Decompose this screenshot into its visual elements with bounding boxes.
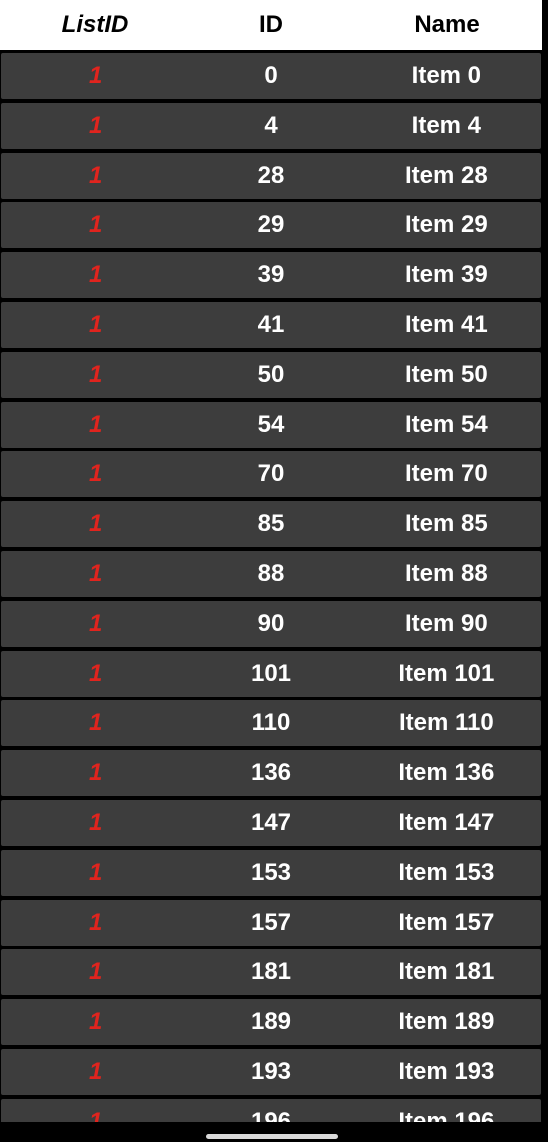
row-name: Item 54 [404, 410, 488, 438]
table-row[interactable]: 1 193 Item 193 [1, 1049, 541, 1095]
row-name: Item 193 [398, 1058, 495, 1085]
row-id: 193 [250, 1058, 292, 1085]
row-listid: 1 [88, 958, 103, 986]
table-row[interactable]: 1 88 Item 88 [1, 551, 541, 597]
table-row[interactable]: 1 101 Item 101 [1, 650, 541, 697]
row-name: Item 189 [398, 1008, 495, 1036]
row-id: 0 [264, 62, 278, 89]
header-listid: ListID [61, 11, 129, 38]
row-id: 189 [250, 1008, 292, 1036]
row-listid: 1 [88, 261, 103, 289]
row-name: Item 39 [404, 261, 488, 289]
row-id: 157 [250, 908, 292, 936]
row-name: Item 41 [404, 311, 488, 338]
row-listid: 1 [88, 1008, 103, 1036]
row-listid: 1 [88, 1058, 103, 1085]
row-id: 54 [257, 410, 285, 438]
table-row[interactable]: 1 157 Item 157 [1, 899, 541, 946]
row-listid: 1 [88, 709, 103, 737]
row-listid: 1 [88, 360, 103, 388]
header-name: Name [414, 11, 480, 38]
row-name: Item 181 [398, 958, 495, 986]
row-name: Item 29 [404, 211, 488, 239]
row-id: 101 [250, 659, 292, 687]
row-name: Item 110 [398, 709, 494, 737]
table-row[interactable]: 1 41 Item 41 [1, 302, 541, 348]
row-name: Item 28 [404, 161, 488, 189]
row-listid: 1 [88, 809, 103, 836]
row-listid: 1 [88, 311, 103, 338]
table-row[interactable]: 1 147 Item 147 [1, 800, 541, 846]
table-header: ListID ID Name [0, 0, 542, 50]
table-row[interactable]: 1 181 Item 181 [1, 949, 541, 996]
row-name: Item 136 [398, 759, 495, 787]
row-name: Item 4 [411, 111, 482, 139]
row-listid: 1 [88, 560, 103, 587]
row-id: 70 [257, 460, 285, 488]
row-listid: 1 [88, 211, 103, 239]
row-listid: 1 [88, 410, 103, 438]
table-row[interactable]: 1 54 Item 54 [1, 401, 541, 448]
table-row[interactable]: 1 153 Item 153 [1, 849, 541, 896]
row-id: 136 [250, 759, 292, 787]
row-name: Item 153 [398, 858, 495, 886]
table-row[interactable]: 1 50 Item 50 [1, 351, 541, 398]
row-listid: 1 [88, 62, 103, 89]
row-id: 90 [257, 609, 285, 637]
row-name: Item 0 [411, 62, 482, 89]
row-name: Item 50 [404, 360, 488, 388]
table-row[interactable]: 1 136 Item 136 [1, 750, 541, 797]
row-listid: 1 [88, 858, 103, 886]
row-listid: 1 [88, 609, 103, 637]
row-id: 39 [257, 261, 285, 289]
row-listid: 1 [88, 161, 103, 189]
row-listid: 1 [88, 1107, 103, 1122]
header-id: ID [259, 11, 283, 38]
row-id: 28 [257, 161, 285, 189]
home-indicator[interactable] [206, 1134, 338, 1139]
table-row[interactable]: 1 85 Item 85 [1, 501, 541, 548]
row-name: Item 101 [398, 659, 495, 687]
row-id: 85 [257, 510, 285, 538]
table-row[interactable]: 1 39 Item 39 [1, 252, 541, 299]
row-id: 4 [264, 111, 278, 139]
row-id: 196 [250, 1107, 292, 1122]
item-list[interactable]: 1 0 Item 0 1 4 Item 4 1 28 Item 28 1 29 Item 29 1 39 I… [0, 50, 548, 1122]
row-id: 147 [250, 809, 292, 836]
navigation-bar [0, 1122, 548, 1142]
row-listid: 1 [88, 908, 103, 936]
row-name: Item 90 [404, 609, 488, 637]
row-name: Item 88 [404, 560, 488, 587]
table-row[interactable]: 1 90 Item 90 [1, 600, 541, 647]
row-listid: 1 [88, 510, 103, 538]
row-name: Item 85 [404, 510, 488, 538]
row-listid: 1 [88, 111, 103, 139]
row-listid: 1 [88, 759, 103, 787]
row-name: Item 70 [404, 460, 488, 488]
row-name: Item 157 [398, 908, 495, 936]
row-listid: 1 [88, 659, 103, 687]
table-row[interactable]: 1 196 Item 196 [1, 1098, 541, 1122]
table-row[interactable]: 1 0 Item 0 [1, 53, 541, 99]
table-row[interactable]: 1 110 Item 110 [1, 700, 541, 747]
row-id: 50 [257, 360, 285, 388]
table-row[interactable]: 1 189 Item 189 [1, 999, 541, 1046]
table-row[interactable]: 1 28 Item 28 [1, 152, 541, 199]
table-row[interactable]: 1 29 Item 29 [1, 202, 541, 249]
row-name: Item 196 [398, 1107, 495, 1122]
row-id: 88 [257, 560, 285, 587]
row-id: 110 [251, 709, 291, 737]
row-listid: 1 [88, 460, 103, 488]
table-row[interactable]: 1 70 Item 70 [1, 451, 541, 498]
table-row[interactable]: 1 4 Item 4 [1, 102, 541, 149]
row-id: 29 [257, 211, 285, 239]
row-id: 181 [250, 958, 292, 986]
row-id: 153 [250, 858, 292, 886]
row-name: Item 147 [398, 809, 495, 836]
row-id: 41 [257, 311, 285, 338]
